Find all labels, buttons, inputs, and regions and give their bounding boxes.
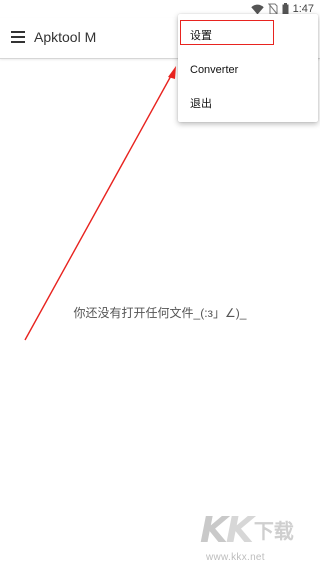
- wifi-icon: [250, 4, 264, 15]
- menu-item-converter[interactable]: Converter: [178, 55, 318, 85]
- menu-item-settings[interactable]: 设置: [178, 21, 318, 51]
- hamburger-menu-button[interactable]: [8, 26, 30, 48]
- watermark-letter-2: K: [225, 510, 254, 551]
- watermark-url: www.kkx.net: [206, 552, 265, 563]
- watermark-logo-text: 下载: [253, 519, 294, 543]
- watermark: K K 下载 www.kkx.net: [200, 512, 312, 568]
- overflow-menu: 设置 Converter 退出: [178, 14, 318, 122]
- watermark-letter-1: K: [200, 510, 228, 551]
- empty-state-message: 你还没有打开任何文件_(:з」∠)_: [73, 306, 247, 320]
- app-title: Apktool M: [34, 29, 97, 45]
- hamburger-menu-icon: [11, 31, 25, 43]
- watermark-logo: K K 下载: [200, 512, 294, 550]
- menu-item-exit[interactable]: 退出: [178, 89, 318, 119]
